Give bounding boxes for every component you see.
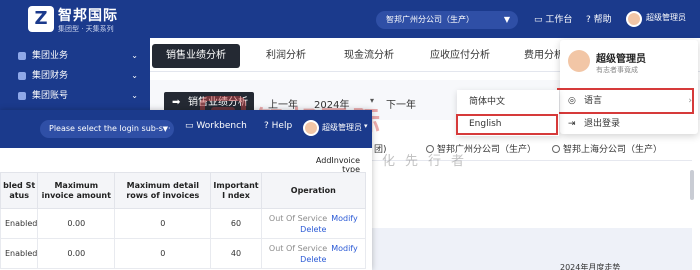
operation-cell: Out Of Service Modify Delete: [260, 238, 367, 269]
tenant-select-label: 智邦广州分公司（生产）: [386, 15, 474, 24]
workbench-label: 工作台: [545, 15, 573, 25]
col-max-detail-rows: Maximum detail rows of invoices: [114, 172, 212, 209]
tab-profit-analysis[interactable]: 利润分析: [252, 44, 320, 68]
sidebar-item-label: 集团财务: [32, 71, 69, 81]
logout-icon: ⇥: [568, 119, 576, 129]
delete-link[interactable]: Delete: [262, 254, 365, 265]
help-icon: ?: [586, 15, 591, 25]
user-name: 超级管理员: [596, 54, 646, 65]
sidebar-item-group-finance[interactable]: 集团财务 ⌄: [0, 66, 150, 86]
language-option-zh[interactable]: 简体中文: [457, 92, 559, 112]
tab-cashflow-analysis[interactable]: 现金流分析: [330, 44, 408, 68]
tab-sales-performance[interactable]: 销售业绩分析: [152, 44, 240, 68]
modify-link[interactable]: Modify: [331, 244, 358, 253]
index-cell: 60: [210, 208, 262, 239]
col-max-invoice-amount: Maximum invoice amount: [37, 172, 116, 209]
add-invoice-type-button[interactable]: AddInvoice type: [298, 156, 360, 174]
monitor-icon: ▭: [185, 121, 194, 131]
workbench-label: Workbench: [196, 121, 247, 131]
col-operation: Operation: [260, 172, 367, 209]
workbench-link[interactable]: ▭ 工作台: [534, 12, 572, 25]
group-account-icon: [18, 92, 26, 100]
chevron-down-icon: ⌄: [131, 51, 138, 60]
group-finance-icon: [18, 72, 26, 80]
user-motto: 有志者事竟成: [596, 66, 638, 74]
next-year-button[interactable]: 下一年: [386, 96, 416, 111]
brand-subtitle: 集团型 · 天集系列: [58, 25, 114, 33]
help-label: 帮助: [593, 15, 612, 25]
group-business-icon: [18, 52, 26, 60]
help-link[interactable]: ? 帮助: [586, 12, 612, 25]
chart-panel: [372, 228, 692, 270]
radio-label: 智邦上海分公司（生产）: [563, 145, 663, 155]
delete-link[interactable]: Delete: [262, 224, 365, 235]
modify-link[interactable]: Modify: [331, 214, 358, 223]
radio-icon: [552, 145, 560, 153]
chevron-down-icon: ▼: [162, 125, 168, 133]
max-amount-cell: 0.00: [37, 238, 116, 269]
max-rows-cell: 0: [114, 208, 212, 239]
out-of-service-link[interactable]: Out Of Service: [269, 214, 327, 223]
workbench-link[interactable]: ▭ Workbench: [185, 121, 247, 131]
english-highlight-box: [456, 114, 558, 135]
sidebar-item-label: 集团业务: [32, 51, 69, 61]
avatar: [568, 50, 590, 72]
logout-label: 退出登录: [584, 119, 621, 129]
sidebar-item-group-account[interactable]: 集团账号 ⌄: [0, 86, 150, 106]
language-highlight-box: [557, 88, 694, 114]
invoice-type-table: bled St atus Maximum invoice amount Maxi…: [0, 172, 367, 269]
top-navigation-bar: Z 智邦国际 集团型 · 天集系列 智邦广州分公司（生产） ▼ ▭ 工作台 ? …: [0, 0, 700, 38]
help-link[interactable]: ? Help: [264, 121, 292, 131]
monitor-icon: ▭: [534, 15, 543, 25]
user-dropdown: 超级管理员 有志者事竟成 ◎ 语言 › ⇥ 退出登录: [560, 40, 698, 134]
company-radio-shanghai[interactable]: 智邦上海分公司（生产）: [552, 142, 662, 155]
chevron-down-icon: ▾: [364, 122, 368, 130]
chevron-down-icon: ⌄: [131, 91, 138, 100]
sidebar-item-group-business[interactable]: 集团业务 ⌄: [0, 46, 150, 66]
col-enabled-status: bled St atus: [0, 172, 39, 209]
logout-menu-item[interactable]: ⇥ 退出登录: [560, 114, 698, 134]
status-cell: Enabled: [0, 238, 39, 269]
max-rows-cell: 0: [114, 238, 212, 269]
avatar[interactable]: [626, 11, 642, 27]
table-header-row: bled St atus Maximum invoice amount Maxi…: [0, 172, 367, 209]
tenant-select[interactable]: 智邦广州分公司（生产） ▼: [376, 11, 518, 29]
out-of-service-link[interactable]: Out Of Service: [269, 244, 327, 253]
chart-caption: 2024年月度走势: [560, 263, 621, 270]
help-icon: ?: [264, 121, 269, 131]
scrollbar[interactable]: [690, 170, 694, 200]
user-menu-trigger[interactable]: 超级管理员: [322, 122, 362, 133]
avatar[interactable]: [303, 120, 319, 136]
table-row: Enabled 0.00 0 60 Out Of Service Modify D…: [0, 208, 367, 239]
table-row: Enabled 0.00 0 40 Out Of Service Modify D…: [0, 238, 367, 269]
brand-name: 智邦国际: [58, 8, 118, 24]
brand-logo-icon: Z: [28, 6, 54, 32]
help-label: Help: [271, 121, 293, 131]
chevron-down-icon: ⌄: [131, 71, 138, 80]
status-cell: Enabled: [0, 208, 39, 239]
login-subsystem-select[interactable]: Please select the login sub-s··· ▼: [40, 120, 174, 138]
english-top-bar: Please select the login sub-s··· ▼ ▭ Wor…: [0, 110, 372, 148]
english-ui-screenshot: Please select the login sub-s··· ▼ ▭ Wor…: [0, 110, 372, 270]
max-amount-cell: 0.00: [37, 208, 116, 239]
index-cell: 40: [210, 238, 262, 269]
operation-cell: Out Of Service Modify Delete: [260, 208, 367, 239]
user-menu-trigger[interactable]: 超级管理员: [646, 12, 686, 23]
chevron-down-icon: ▼: [503, 15, 510, 24]
sidebar-item-label: 集团账号: [32, 91, 69, 101]
tab-receivable-payable[interactable]: 应收应付分析: [416, 44, 504, 68]
login-subsystem-placeholder: Please select the login sub-s···: [49, 124, 171, 133]
col-important-index: Important I ndex: [210, 172, 262, 209]
